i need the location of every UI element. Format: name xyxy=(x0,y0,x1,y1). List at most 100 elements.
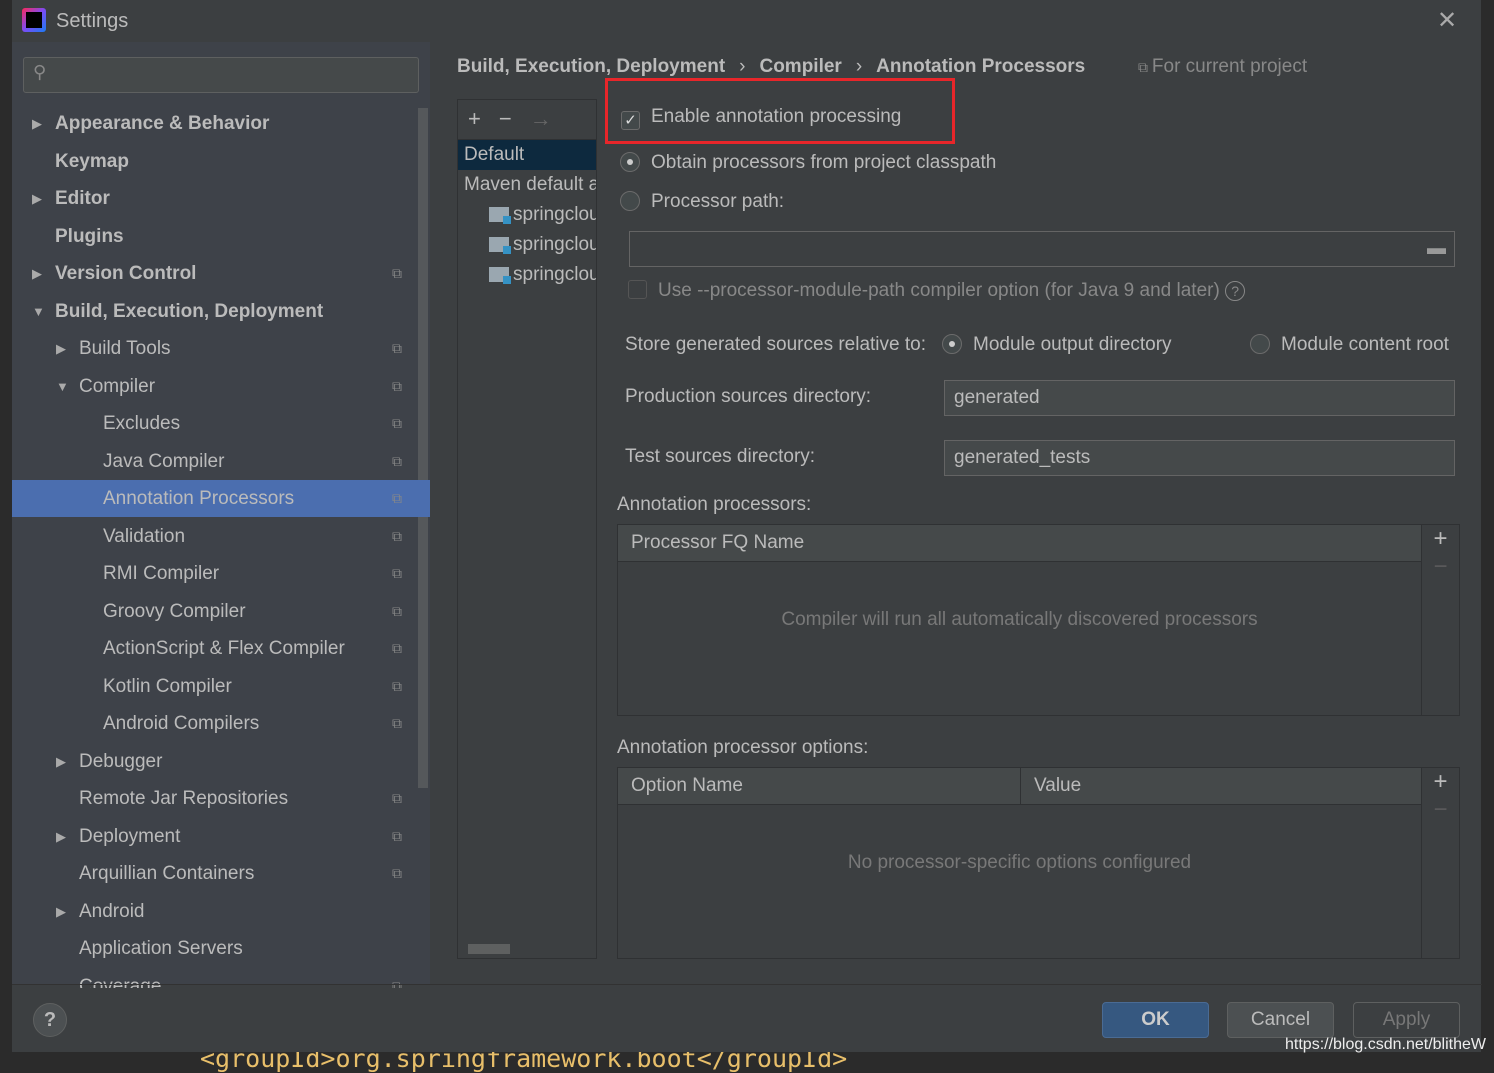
project-scope-icon: ⧉ xyxy=(392,527,402,544)
production-label: Production sources directory: xyxy=(625,386,872,407)
sidebar-item-label: Arquillian Containers xyxy=(79,863,255,884)
folder-icon[interactable]: ▬ xyxy=(1427,232,1446,266)
checkbox-checked-icon: ✓ xyxy=(621,111,640,130)
sidebar-item[interactable]: ▶ Editor xyxy=(12,180,430,217)
add-icon[interactable]: + xyxy=(1422,525,1459,553)
settings-sidebar: ⚲ ▶ Appearance & Behavior Keymap ▶ Editor Plu… xyxy=(12,42,430,988)
column-header[interactable]: Value xyxy=(1020,768,1421,805)
remove-icon[interactable]: − xyxy=(499,106,512,131)
sidebar-item-label: ActionScript & Flex Compiler xyxy=(103,638,345,659)
sidebar-item[interactable]: Android Compilers ⧉ xyxy=(12,705,430,742)
sidebar-item[interactable]: ▶ Appearance & Behavior xyxy=(12,105,430,142)
sidebar-item[interactable]: Arquillian Containers ⧉ xyxy=(12,855,430,892)
sidebar-item[interactable]: Groovy Compiler ⧉ xyxy=(12,593,430,630)
module-folder-icon xyxy=(489,207,511,224)
project-scope-icon: ⧉ xyxy=(392,865,402,881)
search-input[interactable]: ⚲ xyxy=(23,57,419,93)
chevron-right-icon[interactable]: ▶ xyxy=(56,818,66,855)
sidebar-item[interactable]: Kotlin Compiler ⧉ xyxy=(12,668,430,705)
sidebar-item-label: RMI Compiler xyxy=(103,563,220,584)
enable-annotation-checkbox[interactable]: ✓ Enable annotation processing xyxy=(621,106,901,130)
cancel-button[interactable]: Cancel xyxy=(1227,1002,1334,1038)
module-path-checkbox[interactable]: Use --processor-module-path compiler opt… xyxy=(628,280,1246,302)
column-header[interactable]: Option Name xyxy=(618,768,1020,805)
project-scope-icon: ⧉ xyxy=(392,565,402,581)
production-dir-input[interactable]: generated xyxy=(944,380,1455,416)
sidebar-item[interactable]: ▼ Build, Execution, Deployment xyxy=(12,293,430,330)
sidebar-item[interactable]: Application Servers xyxy=(12,930,430,967)
sidebar-item[interactable]: ▶ Debugger xyxy=(12,743,430,780)
processor-path-radio[interactable]: Processor path: xyxy=(620,191,784,213)
sidebar-item-label: Build, Execution, Deployment xyxy=(55,300,324,322)
project-scope-icon: ⧉ xyxy=(392,790,402,806)
sidebar-item[interactable]: Remote Jar Repositories ⧉ xyxy=(12,780,430,817)
chevron-right-icon[interactable]: ▶ xyxy=(32,180,42,217)
module-output-radio[interactable]: Module output directory xyxy=(942,334,1172,356)
sidebar-item[interactable]: Keymap xyxy=(12,143,430,180)
chevron-down-icon[interactable]: ▼ xyxy=(32,293,45,330)
chevron-right-icon[interactable]: ▶ xyxy=(56,893,66,930)
sidebar-item-label: Version Control xyxy=(55,263,197,284)
intellij-logo-icon xyxy=(22,8,46,32)
breadcrumb-item[interactable]: Build, Execution, Deployment xyxy=(457,56,725,77)
sidebar-item[interactable]: Annotation Processors ⧉ xyxy=(12,480,430,517)
sidebar-item[interactable]: ▶ Deployment ⧉ xyxy=(12,818,430,855)
sidebar-item-label: Validation xyxy=(103,525,186,547)
help-icon[interactable]: ? xyxy=(1225,281,1246,301)
sidebar-item[interactable]: ▶ Version Control ⧉ xyxy=(12,255,430,292)
copy-icon: ⧉ xyxy=(1138,59,1152,75)
project-scope-icon: ⧉ xyxy=(392,640,402,656)
apply-button[interactable]: Apply xyxy=(1353,1002,1460,1038)
add-icon[interactable]: + xyxy=(1422,768,1459,796)
chevron-down-icon[interactable]: ▼ xyxy=(56,368,69,405)
sidebar-item-label: Groovy Compiler xyxy=(103,600,246,622)
module-item[interactable]: springcloud xyxy=(458,260,596,290)
sidebar-item-label: Java Compiler xyxy=(103,450,225,472)
project-scope-icon: ⧉ xyxy=(392,602,402,619)
horizontal-scrollbar[interactable] xyxy=(468,944,510,954)
sidebar-item-label: Remote Jar Repositories xyxy=(79,788,289,809)
add-icon[interactable]: + xyxy=(468,106,481,131)
ok-button[interactable]: OK xyxy=(1102,1002,1209,1038)
module-folder-icon xyxy=(489,237,511,254)
sidebar-item-label: Plugins xyxy=(55,225,124,247)
close-icon[interactable]: ✕ xyxy=(1437,6,1457,35)
breadcrumb-item[interactable]: Compiler xyxy=(759,56,841,77)
remove-icon[interactable]: − xyxy=(1422,796,1459,824)
sidebar-item[interactable]: ▶ Build Tools ⧉ xyxy=(12,330,430,367)
test-dir-input[interactable]: generated_tests xyxy=(944,440,1455,476)
move-icon[interactable]: → xyxy=(530,106,552,131)
project-scope-icon: ⧉ xyxy=(392,677,402,694)
profile-item[interactable]: Maven default annotation processors prof… xyxy=(458,170,596,200)
remove-icon[interactable]: − xyxy=(1422,553,1459,581)
sidebar-item[interactable]: Plugins xyxy=(12,218,430,255)
chevron-right-icon[interactable]: ▶ xyxy=(32,105,42,142)
help-button[interactable]: ? xyxy=(33,1003,67,1037)
module-item[interactable]: springcloud xyxy=(458,230,596,260)
profile-item[interactable]: Default xyxy=(458,140,596,170)
obtain-from-classpath-radio[interactable]: Obtain processors from project classpath xyxy=(620,152,996,174)
sidebar-item[interactable]: Excludes ⧉ xyxy=(12,405,430,442)
profiles-toolbar: + − → xyxy=(458,100,596,140)
chevron-right-icon[interactable]: ▶ xyxy=(32,255,42,292)
annotation-processors-label: Annotation processors: xyxy=(617,494,812,515)
sidebar-item[interactable]: ActionScript & Flex Compiler ⧉ xyxy=(12,630,430,667)
empty-text: No processor-specific options configured xyxy=(847,852,1192,873)
sidebar-item[interactable]: ▶ Android xyxy=(12,893,430,930)
sidebar-item-label: Compiler xyxy=(79,375,156,397)
module-content-root-radio[interactable]: Module content root xyxy=(1250,334,1449,356)
options-label: Annotation processor options: xyxy=(617,737,869,758)
project-scope-icon: ⧉ xyxy=(392,265,402,281)
processor-path-field[interactable]: ▬ xyxy=(629,231,1455,267)
column-header[interactable]: Processor FQ Name xyxy=(618,525,1421,562)
chevron-right-icon[interactable]: ▶ xyxy=(56,330,66,367)
sidebar-item[interactable]: ▼ Compiler ⧉ xyxy=(12,368,430,405)
sidebar-item[interactable]: Validation ⧉ xyxy=(12,518,430,555)
project-scope-icon: ⧉ xyxy=(392,452,402,469)
sidebar-item-label: Appearance & Behavior xyxy=(55,113,270,134)
module-item[interactable]: springcloud xyxy=(458,200,596,230)
chevron-right-icon[interactable]: ▶ xyxy=(56,743,66,780)
sidebar-item[interactable]: RMI Compiler ⧉ xyxy=(12,555,430,592)
sidebar-item-label: Excludes xyxy=(103,413,181,434)
sidebar-item[interactable]: Java Compiler ⧉ xyxy=(12,443,430,480)
